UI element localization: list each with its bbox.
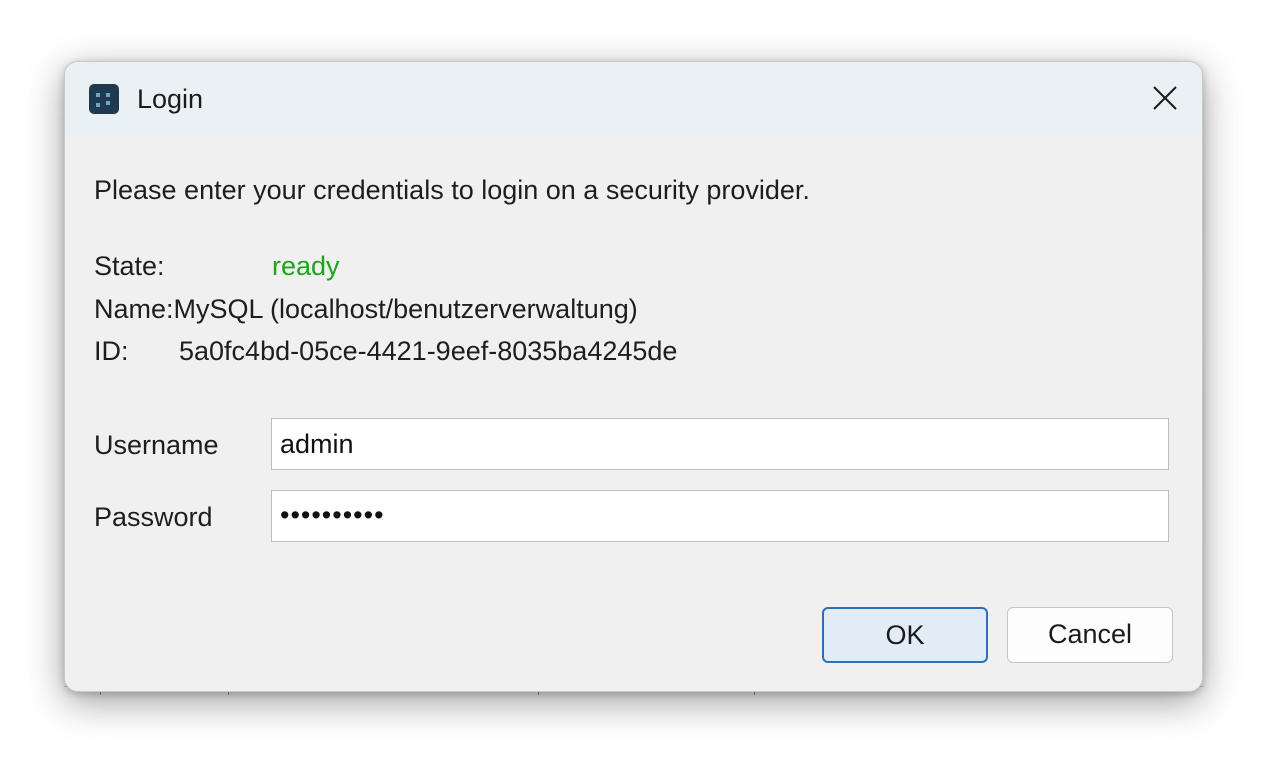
close-button[interactable] xyxy=(1136,70,1194,126)
password-label: Password xyxy=(94,502,213,532)
provider-name: Name:MySQL (localhost/benutzerverwaltung… xyxy=(94,294,638,324)
dialog-description: Please enter your credentials to login o… xyxy=(94,175,810,205)
screen: Login Please enter your credentials to l… xyxy=(0,0,1268,759)
state-label: State: xyxy=(94,251,165,281)
password-input[interactable]: •••••••••• xyxy=(271,490,1169,542)
ok-button[interactable]: OK xyxy=(822,607,988,663)
dialog-title: Login xyxy=(137,84,204,114)
id-value: 5a0fc4bd-05ce-4421-9eef-8035ba4245de xyxy=(179,336,678,366)
login-dialog: Login Please enter your credentials to l… xyxy=(64,61,1203,692)
username-label: Username xyxy=(94,430,219,460)
id-label: ID: xyxy=(94,336,129,366)
username-input[interactable] xyxy=(271,418,1169,470)
state-value: ready xyxy=(272,251,340,281)
title-bar[interactable]: Login xyxy=(65,62,1202,136)
close-icon xyxy=(1153,86,1177,110)
cancel-button[interactable]: Cancel xyxy=(1007,607,1173,663)
app-icon xyxy=(89,84,119,114)
